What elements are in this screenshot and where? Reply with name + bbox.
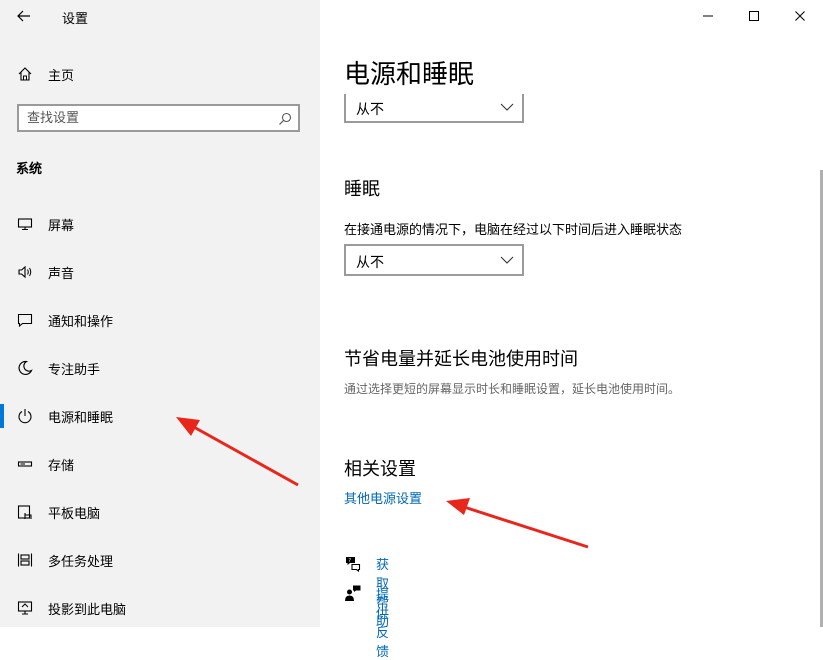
sidebar-item-storage[interactable]: 存储 <box>0 444 320 484</box>
search-icon[interactable] <box>278 111 292 125</box>
feedback-link[interactable]: 提供反馈 <box>376 584 389 660</box>
svg-text:?: ? <box>348 558 351 564</box>
sidebar-item-label: 投影到此电脑 <box>48 603 127 618</box>
monitor-icon <box>16 215 34 233</box>
home-icon <box>16 65 34 83</box>
sidebar-item-label: 声音 <box>48 267 75 282</box>
feedback-person-icon <box>344 584 362 602</box>
sidebar-item-display[interactable]: 屏幕 <box>0 204 320 244</box>
help-chat-icon: ? <box>344 554 362 573</box>
storage-icon <box>16 455 34 473</box>
page-title: 电源和睡眠 <box>344 60 475 90</box>
sidebar-item-home[interactable]: 主页 <box>0 58 320 90</box>
window-controls <box>685 0 823 32</box>
tablet-icon <box>16 503 34 521</box>
sidebar-item-project[interactable]: 投影到此电脑 <box>0 588 320 628</box>
notification-icon <box>16 311 34 329</box>
close-button[interactable] <box>777 0 823 32</box>
sidebar-item-label: 电源和睡眠 <box>48 411 114 426</box>
battery-description: 通过选择更短的屏幕显示时长和睡眠设置，延长电池使用时间。 <box>344 382 681 396</box>
maximize-icon <box>749 11 759 21</box>
sidebar-item-multitasking[interactable]: 多任务处理 <box>0 540 320 580</box>
sidebar-item-tablet[interactable]: 平板电脑 <box>0 492 320 532</box>
title-bar-left: 设置 <box>0 0 320 32</box>
search-box[interactable] <box>17 104 300 132</box>
screen-timeout-dropdown[interactable]: 从不 <box>344 94 524 123</box>
sleep-section-title: 睡眠 <box>344 179 380 200</box>
app-title: 设置 <box>62 12 89 27</box>
search-input[interactable] <box>27 109 267 127</box>
sidebar-item-label: 屏幕 <box>48 219 75 234</box>
dropdown-value: 从不 <box>356 255 384 271</box>
sleep-description: 在接通电源的情况下，电脑在经过以下时间后进入睡眠状态 <box>344 223 683 238</box>
related-settings-title: 相关设置 <box>344 459 416 480</box>
sidebar-item-label: 存储 <box>48 459 75 474</box>
chevron-down-icon <box>500 103 514 111</box>
sidebar-item-label: 通知和操作 <box>48 315 114 330</box>
section-title: 系统 <box>16 162 43 177</box>
sidebar-item-notifications[interactable]: 通知和操作 <box>0 300 320 340</box>
maximize-button[interactable] <box>731 0 777 32</box>
sidebar-item-sound[interactable]: 声音 <box>0 252 320 292</box>
minimize-icon <box>703 15 713 17</box>
sleep-timeout-dropdown[interactable]: 从不 <box>344 244 524 276</box>
sidebar-item-focus-assist[interactable]: 专注助手 <box>0 348 320 388</box>
chevron-down-icon <box>500 256 514 264</box>
sidebar: 设置 主页 系统 屏幕 <box>0 0 320 627</box>
sidebar-item-power-sleep[interactable]: 电源和睡眠 <box>0 396 320 436</box>
close-icon <box>795 11 805 21</box>
sidebar-item-label: 专注助手 <box>48 363 101 378</box>
main-content: 电源和睡眠 从不 睡眠 在接通电源的情况下，电脑在经过以下时间后进入睡眠状态 从… <box>320 0 823 660</box>
minimize-button[interactable] <box>685 0 731 32</box>
multitask-icon <box>16 551 34 569</box>
additional-power-settings-link[interactable]: 其他电源设置 <box>344 488 422 507</box>
speaker-icon <box>16 263 34 281</box>
battery-section-title: 节省电量并延长电池使用时间 <box>344 349 578 370</box>
project-icon <box>16 599 34 617</box>
back-button[interactable] <box>10 4 38 28</box>
sidebar-item-label: 多任务处理 <box>48 555 114 570</box>
dropdown-value: 从不 <box>356 102 384 118</box>
moon-icon <box>16 359 34 377</box>
sidebar-item-label: 主页 <box>48 68 75 84</box>
sidebar-item-label: 平板电脑 <box>48 507 101 522</box>
back-arrow-icon <box>17 10 30 22</box>
active-indicator <box>0 404 4 428</box>
screen-dropdown-clip: 从不 <box>344 94 524 125</box>
power-icon <box>16 407 34 425</box>
